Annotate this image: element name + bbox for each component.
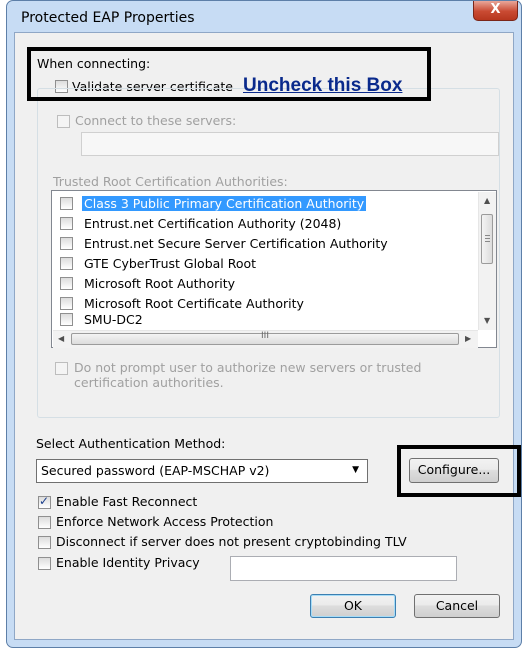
trusted-roots-heading: Trusted Root Certification Authorities: — [53, 174, 288, 189]
servers-input[interactable] — [81, 132, 499, 156]
no-prompt-label-line1: Do not prompt user to authorize new serv… — [74, 360, 422, 375]
scroll-down-icon[interactable]: ▼ — [484, 316, 490, 325]
auth-method-select[interactable]: Secured password (EAP-MSCHAP v2) ▼ — [36, 459, 368, 483]
ok-button[interactable]: OK — [310, 594, 396, 618]
horizontal-scroll-thumb[interactable]: III — [71, 331, 459, 345]
ca-label: Entrust.net Certification Authority (204… — [84, 216, 342, 231]
disconnect-tlv-checkbox[interactable] — [38, 536, 51, 549]
ca-label: Microsoft Root Certificate Authority — [84, 296, 304, 311]
identity-privacy-checkbox[interactable] — [38, 557, 51, 570]
annotation-uncheck-text: Uncheck this Box — [243, 75, 403, 96]
cancel-button[interactable]: Cancel — [414, 594, 500, 618]
ca-checkbox[interactable] — [60, 297, 73, 310]
nap-label: Enforce Network Access Protection — [56, 514, 274, 529]
fast-reconnect-checkbox[interactable] — [38, 494, 51, 509]
annotation-box-configure — [397, 445, 521, 497]
scroll-up-icon[interactable]: ▲ — [484, 196, 490, 205]
nap-checkbox[interactable] — [38, 516, 51, 529]
ca-list[interactable]: Class 3 Public Primary Certification Aut… — [51, 190, 497, 348]
ca-label: Entrust.net Secure Server Certification … — [84, 236, 388, 251]
ca-label: Microsoft Root Authority — [84, 276, 236, 291]
auth-method-heading: Select Authentication Method: — [36, 436, 226, 451]
ca-checkbox[interactable] — [60, 197, 73, 210]
ca-label: Class 3 Public Primary Certification Aut… — [82, 196, 367, 211]
connect-servers-label: Connect to these servers: — [75, 113, 237, 128]
ca-checkbox[interactable] — [60, 313, 73, 326]
fast-reconnect-label: Enable Fast Reconnect — [56, 494, 198, 509]
dropdown-arrow-icon[interactable]: ▼ — [352, 465, 359, 475]
no-prompt-label-line2: certification authorities. — [74, 375, 224, 390]
horizontal-scrollbar[interactable]: ◀ III ▶ — [53, 330, 478, 348]
scroll-left-icon[interactable]: ◀ — [58, 334, 64, 343]
connect-servers-checkbox[interactable] — [57, 115, 70, 128]
window-title: Protected EAP Properties — [21, 10, 195, 26]
ca-checkbox[interactable] — [60, 217, 73, 230]
disconnect-tlv-label: Disconnect if server does not present cr… — [56, 534, 407, 549]
scroll-grip: III — [261, 331, 269, 341]
ca-label: GTE CyberTrust Global Root — [84, 256, 257, 271]
identity-privacy-input[interactable] — [230, 556, 457, 581]
ca-checkbox[interactable] — [60, 277, 73, 290]
close-button[interactable]: X — [473, 1, 518, 21]
close-icon: X — [490, 2, 501, 17]
identity-privacy-label: Enable Identity Privacy — [56, 555, 200, 570]
vertical-scrollbar[interactable]: ▲ ▼ — [478, 192, 496, 330]
no-prompt-checkbox[interactable] — [55, 362, 68, 375]
ca-label: SMU-DC2 — [84, 312, 143, 327]
ca-checkbox[interactable] — [60, 237, 73, 250]
auth-method-value: Secured password (EAP-MSCHAP v2) — [41, 463, 270, 478]
scroll-right-icon[interactable]: ▶ — [465, 334, 471, 343]
vertical-scroll-thumb[interactable] — [481, 214, 493, 264]
ca-checkbox[interactable] — [60, 257, 73, 270]
